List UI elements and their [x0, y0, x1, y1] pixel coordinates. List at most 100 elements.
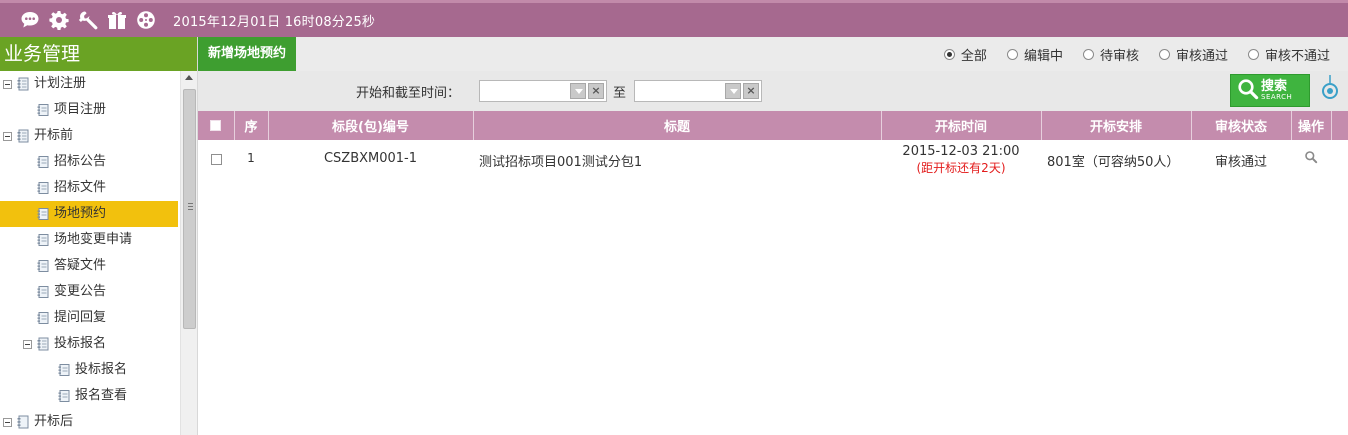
collapse-icon[interactable] — [3, 417, 12, 427]
main-content: 新增场地预约 全部 编辑中 待审核 审核通过 审核不通过 开始和截至时间： × … — [198, 37, 1348, 435]
clear-icon[interactable]: × — [588, 83, 604, 99]
document-icon — [36, 285, 50, 299]
collapse-icon[interactable] — [3, 131, 12, 141]
document-icon — [36, 103, 50, 117]
sidebar-item-label: 变更公告 — [54, 284, 107, 299]
radio-checked-icon[interactable] — [943, 48, 955, 60]
column-header-index: 序 — [234, 111, 269, 140]
table-header-row: 序 标段(包)编号 标题 开标时间 开标安排 审核状态 操作 — [198, 111, 1348, 140]
sidebar-item-label: 招标公告 — [54, 154, 107, 169]
filter-label: 审核通过 — [1175, 48, 1228, 64]
row-review-status: 审核通过 — [1214, 155, 1267, 170]
sidebar-item-venue-change-request[interactable]: 场地变更申请 — [0, 227, 178, 253]
radio-icon[interactable] — [1082, 48, 1094, 60]
start-date-field[interactable]: × — [479, 80, 607, 102]
document-icon — [36, 181, 50, 195]
wrench-icon[interactable] — [78, 10, 98, 30]
search-button[interactable]: 搜索 SEARCH — [1230, 74, 1310, 107]
top-icon-group — [20, 10, 156, 30]
row-select-cell — [198, 140, 234, 176]
magnifier-icon — [1237, 78, 1259, 104]
document-icon — [57, 389, 71, 403]
collapse-icon[interactable] — [23, 339, 32, 349]
end-date-field[interactable]: × — [634, 80, 762, 102]
document-icon — [36, 311, 50, 325]
sidebar-item-pre-bid-opening[interactable]: 开标前 — [0, 123, 178, 149]
dropdown-arrow-icon[interactable] — [725, 83, 741, 99]
sidebar-item-registration-view[interactable]: 报名查看 — [0, 383, 178, 409]
sidebar-item-label: 场地预约 — [54, 206, 107, 221]
range-separator: 至 — [613, 86, 627, 101]
add-venue-booking-button[interactable]: 新增场地预约 — [198, 37, 297, 71]
sidebar-item-plan-registration[interactable]: 计划注册 — [0, 71, 178, 97]
action-bar: 新增场地预约 全部 编辑中 待审核 审核通过 审核不通过 — [198, 37, 1348, 71]
nav-tree: 计划注册 项目注册 开标前 招标公告 招标文件 场地预约 场地变更申请 答疑文件… — [0, 71, 178, 435]
sidebar-item-bid-registration[interactable]: 投标报名 — [0, 357, 178, 383]
document-icon — [36, 155, 50, 169]
scroll-up-arrow-icon[interactable] — [185, 75, 193, 80]
document-icon — [36, 233, 50, 247]
filter-label: 审核不通过 — [1264, 48, 1330, 64]
column-header-spacer — [1331, 111, 1348, 140]
select-all-header — [198, 111, 235, 140]
filter-label: 全部 — [960, 48, 987, 64]
view-details-icon[interactable] — [1304, 150, 1318, 164]
location-pin-icon[interactable] — [1320, 75, 1340, 105]
gift-icon[interactable] — [107, 10, 127, 30]
document-icon — [57, 363, 71, 377]
film-reel-icon[interactable] — [136, 10, 156, 30]
row-arrangement: 801室（可容纳50人） — [1047, 155, 1180, 170]
table-row[interactable]: 1 CSZBXM001-1 测试招标项目001测试分包1 2015-12-03 … — [198, 140, 1348, 176]
column-header-title: 标题 — [473, 111, 882, 140]
clear-icon[interactable]: × — [743, 83, 759, 99]
radio-icon[interactable] — [1158, 48, 1170, 60]
folder-document-icon — [16, 415, 30, 429]
row-actions-cell — [1291, 140, 1331, 176]
sidebar-item-label: 开标前 — [34, 128, 74, 143]
sidebar-item-question-reply[interactable]: 提问回复 — [0, 305, 178, 331]
row-section-code: CSZBXM001-1 — [323, 151, 418, 166]
sidebar-item-label: 招标文件 — [54, 180, 107, 195]
sidebar-item-label: 计划注册 — [34, 76, 87, 91]
column-header-arrangement: 开标安排 — [1041, 111, 1192, 140]
sidebar-item-tender-announcement[interactable]: 招标公告 — [0, 149, 178, 175]
select-all-checkbox[interactable] — [210, 120, 222, 131]
filter-editing[interactable]: 编辑中 — [1006, 45, 1063, 64]
dropdown-arrow-icon[interactable] — [570, 83, 586, 99]
filter-label: 待审核 — [1099, 48, 1139, 64]
row-spacer — [1331, 140, 1348, 176]
radio-icon[interactable] — [1247, 48, 1259, 60]
folder-document-icon — [16, 77, 30, 91]
sidebar-item-clarification-document[interactable]: 答疑文件 — [0, 253, 178, 279]
row-checkbox[interactable] — [210, 154, 222, 165]
filter-approved[interactable]: 审核通过 — [1158, 45, 1228, 64]
sidebar-item-project-registration[interactable]: 项目注册 — [0, 97, 178, 123]
folder-document-icon — [36, 337, 50, 351]
search-bar: 开始和截至时间： × 至 × 搜索 SEARCH — [198, 71, 1348, 111]
chat-icon[interactable] — [20, 10, 40, 30]
search-button-label: 搜索 — [1261, 79, 1288, 94]
top-bar: 2015年12月01日 16时08分25秒 — [0, 0, 1348, 37]
collapse-icon[interactable] — [3, 79, 12, 89]
grip-icon — [188, 203, 193, 204]
sidebar-item-venue-booking[interactable]: 场地预约 — [0, 201, 178, 227]
sidebar-item-label: 答疑文件 — [54, 258, 107, 273]
row-index: 1 — [247, 151, 255, 165]
sidebar-item-post-bid-opening[interactable]: 开标后 — [0, 409, 178, 435]
document-icon — [36, 259, 50, 273]
row-opening-time: 2015-12-03 21:00 — [902, 144, 1020, 159]
gear-icon[interactable] — [49, 10, 69, 30]
sidebar-item-change-announcement[interactable]: 变更公告 — [0, 279, 178, 305]
sidebar-item-tender-document[interactable]: 招标文件 — [0, 175, 178, 201]
booking-table: 序 标段(包)编号 标题 开标时间 开标安排 审核状态 操作 1 CSZBXM0… — [198, 111, 1348, 176]
filter-all[interactable]: 全部 — [943, 45, 987, 64]
filter-pending-review[interactable]: 待审核 — [1082, 45, 1139, 64]
scrollbar-thumb[interactable] — [183, 89, 196, 329]
sidebar-scrollbar[interactable] — [180, 71, 197, 435]
sidebar-item-label: 报名查看 — [75, 388, 128, 403]
radio-icon[interactable] — [1006, 48, 1018, 60]
sidebar-item-bid-registration-group[interactable]: 投标报名 — [0, 331, 178, 357]
filter-rejected[interactable]: 审核不通过 — [1247, 45, 1330, 64]
sidebar: 业务管理 计划注册 项目注册 开标前 招标公告 招标文件 场地预约 场地变更申请… — [0, 37, 198, 435]
sidebar-item-label: 场地变更申请 — [54, 232, 133, 247]
